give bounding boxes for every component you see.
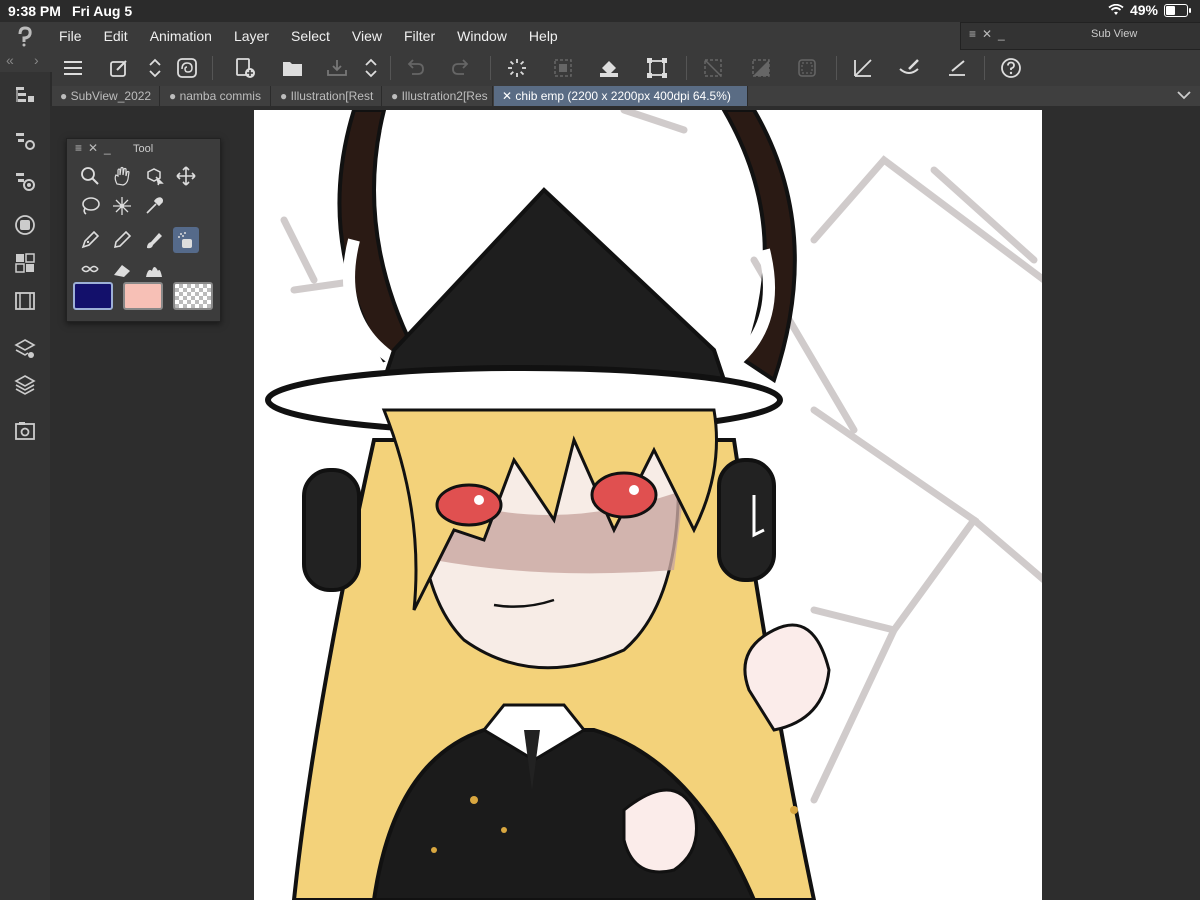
battery-percent: 49% <box>1129 2 1158 18</box>
hamburger-menu-icon[interactable] <box>58 54 88 82</box>
document-tabs: ● SubView_2022 ● namba commis ● Illustra… <box>52 86 1200 106</box>
menu-select[interactable]: Select <box>280 22 341 50</box>
date: Fri Aug 5 <box>72 3 133 19</box>
undo-icon[interactable] <box>400 54 430 82</box>
menu-view[interactable]: View <box>341 22 393 50</box>
color-set-icon[interactable] <box>10 248 40 278</box>
move-icon[interactable] <box>173 163 199 189</box>
magic-wand-icon[interactable] <box>109 193 135 219</box>
sub-color-swatch[interactable] <box>123 282 163 310</box>
ruler-icon[interactable] <box>848 54 878 82</box>
tab-namba-commission[interactable]: ● namba commis <box>161 86 271 106</box>
tool-palette-title: Tool <box>133 143 154 155</box>
menu-file[interactable]: File <box>48 22 93 50</box>
pencil-icon[interactable] <box>109 227 135 253</box>
palette-controls[interactable]: ≡✕_ <box>75 141 117 155</box>
eraser-icon[interactable] <box>109 257 135 283</box>
blend-icon[interactable] <box>141 257 167 283</box>
airbrush-icon[interactable] <box>173 227 199 253</box>
main-color-swatch[interactable] <box>73 282 113 310</box>
subview-title: Sub View <box>1091 28 1138 40</box>
status-bar: 9:38 PM Fri Aug 5 49% <box>0 0 1200 22</box>
decoration-icon[interactable] <box>77 257 103 283</box>
chevron-down-icon[interactable] <box>1176 88 1192 107</box>
cloud-sync-icon[interactable] <box>172 54 202 82</box>
open-folder-icon[interactable] <box>278 54 308 82</box>
loading-spinner-icon[interactable] <box>502 54 532 82</box>
timeline-icon[interactable] <box>10 286 40 316</box>
app-logo-icon[interactable] <box>0 22 48 50</box>
eyedropper-icon[interactable] <box>141 193 167 219</box>
command-bar <box>52 50 1200 86</box>
menu-filter[interactable]: Filter <box>393 22 446 50</box>
menu-help[interactable]: Help <box>518 22 569 50</box>
sidebar-collapse[interactable]: « › <box>0 50 52 72</box>
chevron-right-icon[interactable]: › <box>34 52 39 68</box>
menu-animation[interactable]: Animation <box>139 22 223 50</box>
pen-icon[interactable] <box>77 227 103 253</box>
navigator-icon[interactable] <box>10 210 40 240</box>
left-sidebar <box>0 72 50 900</box>
transform-icon[interactable] <box>642 54 672 82</box>
wifi-icon <box>1108 4 1124 15</box>
tool-settings-icon[interactable] <box>10 126 40 156</box>
tab-chib-emp[interactable]: ✕ chib emp (2200 x 2200px 400dpi 64.5%) <box>494 86 748 106</box>
brush-stroke-icon[interactable] <box>894 54 924 82</box>
sub-tool-icon[interactable] <box>10 166 40 196</box>
clock: 9:38 PM <box>8 3 61 19</box>
brush-icon[interactable] <box>141 227 167 253</box>
object-select-icon[interactable] <box>141 163 167 189</box>
layer-property-icon[interactable] <box>10 334 40 364</box>
menu-window[interactable]: Window <box>446 22 518 50</box>
selection-clear-icon[interactable] <box>548 54 578 82</box>
selection-border-icon[interactable] <box>792 54 822 82</box>
updown-arrows-icon[interactable] <box>140 54 170 82</box>
layer-properties-icon[interactable] <box>10 80 40 110</box>
layers-icon[interactable] <box>10 370 40 400</box>
tab-illustration[interactable]: ● Illustration[Rest <box>272 86 382 106</box>
artwork-illustration[interactable] <box>254 110 1042 900</box>
transparent-color-swatch[interactable] <box>173 282 213 310</box>
updown-arrows-icon-2[interactable] <box>356 54 386 82</box>
tab-subview[interactable]: ● SubView_2022 <box>52 86 160 106</box>
tool-palette[interactable]: ≡✕_ Tool <box>66 138 221 322</box>
chevron-left-icon[interactable]: « <box>6 52 14 68</box>
deselect-icon[interactable] <box>698 54 728 82</box>
material-icon[interactable] <box>10 416 40 446</box>
lasso-icon[interactable] <box>77 193 103 219</box>
subview-controls[interactable]: ≡✕_ <box>969 27 1011 41</box>
invert-selection-icon[interactable] <box>746 54 776 82</box>
snap-ruler-icon[interactable] <box>942 54 972 82</box>
fill-bucket-icon[interactable] <box>594 54 624 82</box>
edit-image-icon[interactable] <box>104 54 134 82</box>
tab-illustration2[interactable]: ● Illustration2[Res <box>383 86 493 106</box>
status-right: 49% <box>1108 2 1191 18</box>
hand-icon[interactable] <box>109 163 135 189</box>
help-icon[interactable] <box>996 54 1026 82</box>
subview-window[interactable]: ≡✕_ Sub View <box>960 22 1200 50</box>
redo-icon[interactable] <box>446 54 476 82</box>
battery-icon <box>1164 3 1191 17</box>
new-file-icon[interactable] <box>230 54 260 82</box>
zoom-icon[interactable] <box>77 163 103 189</box>
drawing-canvas[interactable] <box>254 110 1042 900</box>
menu-layer[interactable]: Layer <box>223 22 280 50</box>
save-icon[interactable] <box>322 54 352 82</box>
menu-edit[interactable]: Edit <box>93 22 139 50</box>
